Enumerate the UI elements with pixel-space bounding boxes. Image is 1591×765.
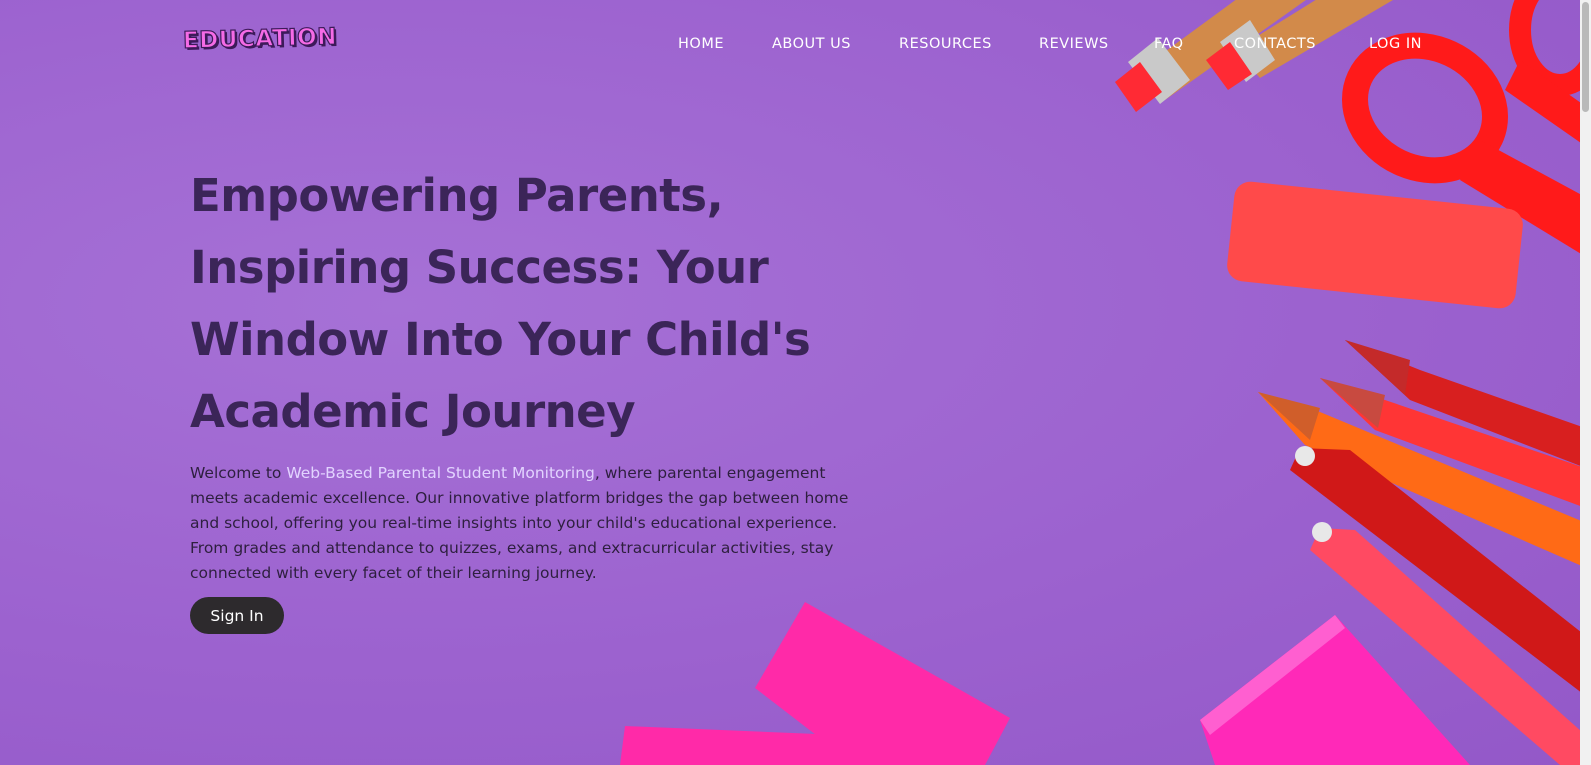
intro-highlight: Web-Based Parental Student Monitoring <box>286 464 595 482</box>
nav-contacts[interactable]: CONTACTS <box>1234 36 1316 52</box>
main-nav: HOME ABOUT US RESOURCES REVIEWS FAQ CONT… <box>0 36 1591 56</box>
nav-faq[interactable]: FAQ <box>1154 36 1184 52</box>
hero-headline: Empowering Parents, Inspiring Success: Y… <box>190 169 811 438</box>
hero-intro: Welcome to Web-Based Parental Student Mo… <box>190 461 860 586</box>
eraser <box>1227 181 1523 309</box>
nav-about-us[interactable]: ABOUT US <box>772 36 851 52</box>
nav-home[interactable]: HOME <box>678 36 724 52</box>
intro-prefix: Welcome to <box>190 464 287 482</box>
nav-resources[interactable]: RESOURCES <box>899 36 992 52</box>
scrollbar-thumb[interactable] <box>1582 2 1589 112</box>
nav-reviews[interactable]: REVIEWS <box>1039 36 1109 52</box>
nav-log-in[interactable]: LOG IN <box>1369 36 1422 52</box>
page-scrollbar[interactable] <box>1580 0 1591 765</box>
sign-in-button[interactable]: Sign In <box>190 597 284 634</box>
